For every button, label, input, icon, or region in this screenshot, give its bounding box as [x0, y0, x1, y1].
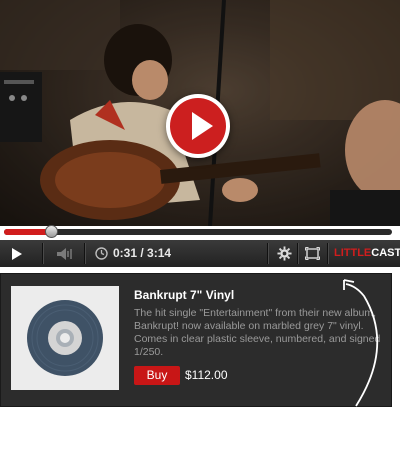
divider	[267, 243, 268, 264]
divider	[42, 243, 43, 264]
video-player: 0:31 / 3:14 LITTLECAST	[0, 0, 400, 267]
divider	[327, 243, 328, 264]
divider	[84, 243, 85, 264]
volume-icon	[57, 247, 72, 260]
brand-logo-part1: LITTLE	[334, 247, 372, 259]
play-icon	[12, 247, 22, 260]
video-frame[interactable]	[0, 0, 400, 226]
curved-arrow-icon	[343, 279, 379, 407]
product-thumbnail[interactable]	[11, 286, 119, 390]
vinyl-record-image	[27, 300, 103, 376]
divider	[297, 243, 298, 264]
clock-indicator	[92, 240, 110, 267]
control-bar: 0:31 / 3:14 LITTLECAST	[0, 240, 400, 267]
brand-logo[interactable]: LITTLECAST	[334, 240, 400, 267]
progress-scrubber[interactable]	[45, 225, 58, 238]
progress-fill	[4, 229, 51, 235]
clock-icon	[94, 247, 108, 260]
buy-button[interactable]: Buy	[134, 366, 180, 385]
settings-button[interactable]	[272, 240, 296, 267]
gear-icon	[276, 246, 292, 261]
time-display: 0:31 / 3:14	[113, 246, 172, 260]
volume-button[interactable]	[50, 240, 80, 267]
big-play-button[interactable]	[166, 94, 230, 158]
fullscreen-icon	[304, 247, 320, 260]
fullscreen-button[interactable]	[300, 240, 324, 267]
progress-bar[interactable]	[4, 225, 392, 238]
play-icon	[192, 112, 213, 140]
brand-logo-part2: CAST	[371, 247, 400, 259]
product-title: Bankrupt 7" Vinyl	[134, 288, 235, 302]
product-price: $112.00	[185, 368, 228, 382]
play-button[interactable]	[0, 240, 34, 267]
